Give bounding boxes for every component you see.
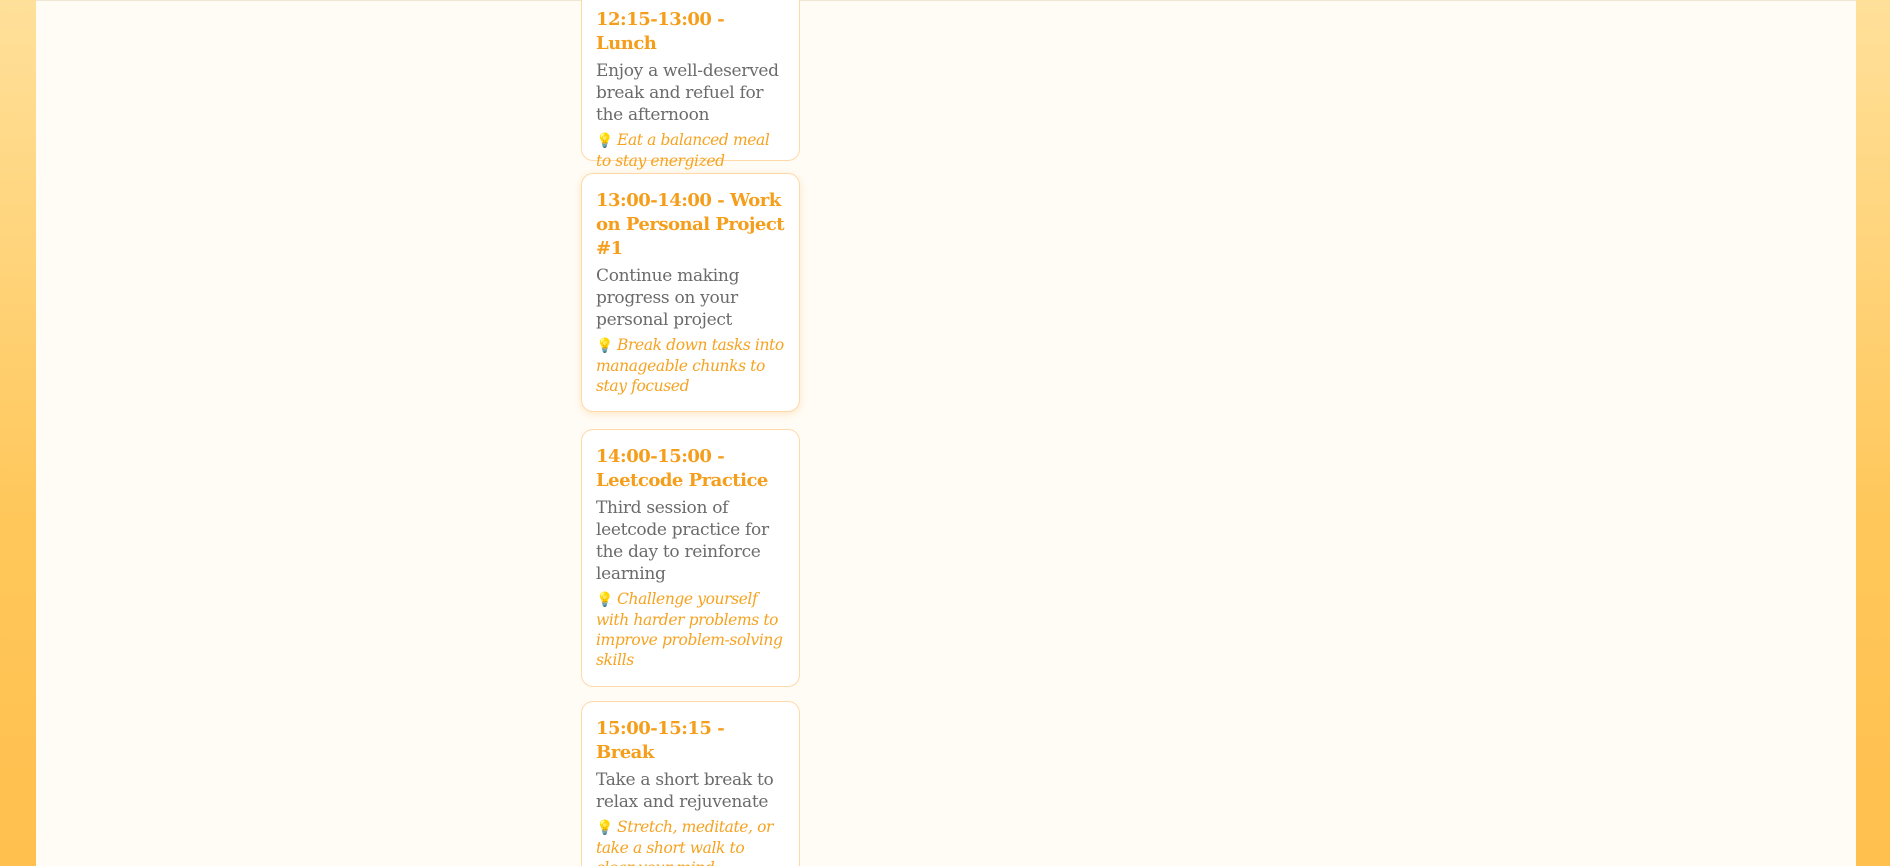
lightbulb-icon: 💡 bbox=[596, 133, 614, 149]
card-tip: 💡 Eat a balanced meal to stay energized bbox=[596, 130, 785, 171]
schedule-card-break[interactable]: 15:00-15:15 - Break Take a short break t… bbox=[581, 701, 800, 866]
card-description: Take a short break to relax and rejuvena… bbox=[596, 770, 774, 812]
card-description: Continue making progress on your persona… bbox=[596, 266, 740, 330]
card-tip-text: Challenge yourself with harder problems … bbox=[596, 590, 783, 669]
schedule-card-leetcode[interactable]: 14:00-15:00 - Leetcode Practice Third se… bbox=[581, 429, 800, 687]
card-description: Third session of leetcode practice for t… bbox=[596, 498, 769, 584]
lightbulb-icon: 💡 bbox=[596, 820, 614, 836]
card-title: 12:15-13:00 - Lunch bbox=[596, 9, 725, 54]
card-title: 15:00-15:15 - Break bbox=[596, 718, 725, 763]
schedule-card-lunch[interactable]: 12:15-13:00 - Lunch Enjoy a well-deserve… bbox=[581, 0, 800, 170]
card-description: Enjoy a well-deserved break and refuel f… bbox=[596, 61, 779, 125]
card-tip-text: Stretch, meditate, or take a short walk … bbox=[596, 818, 774, 866]
page-content: 12:15-13:00 - Lunch Enjoy a well-deserve… bbox=[36, 0, 1856, 866]
card-tip: 💡 Break down tasks into manageable chunks… bbox=[596, 335, 785, 396]
card-title: 14:00-15:00 - Leetcode Practice bbox=[596, 446, 768, 491]
lightbulb-icon: 💡 bbox=[596, 338, 614, 354]
card-tip: 💡 Stretch, meditate, or take a short walk… bbox=[596, 817, 785, 866]
card-tip-text: Break down tasks into manageable chunks … bbox=[596, 336, 784, 395]
card-tip: 💡 Challenge yourself with harder problems… bbox=[596, 589, 785, 670]
card-tip-text: Eat a balanced meal to stay energized bbox=[596, 131, 770, 170]
card-title: 13:00-14:00 - Work on Personal Project #… bbox=[596, 190, 785, 259]
lightbulb-icon: 💡 bbox=[596, 592, 614, 608]
schedule-card-personal-project[interactable]: 13:00-14:00 - Work on Personal Project #… bbox=[581, 173, 800, 412]
